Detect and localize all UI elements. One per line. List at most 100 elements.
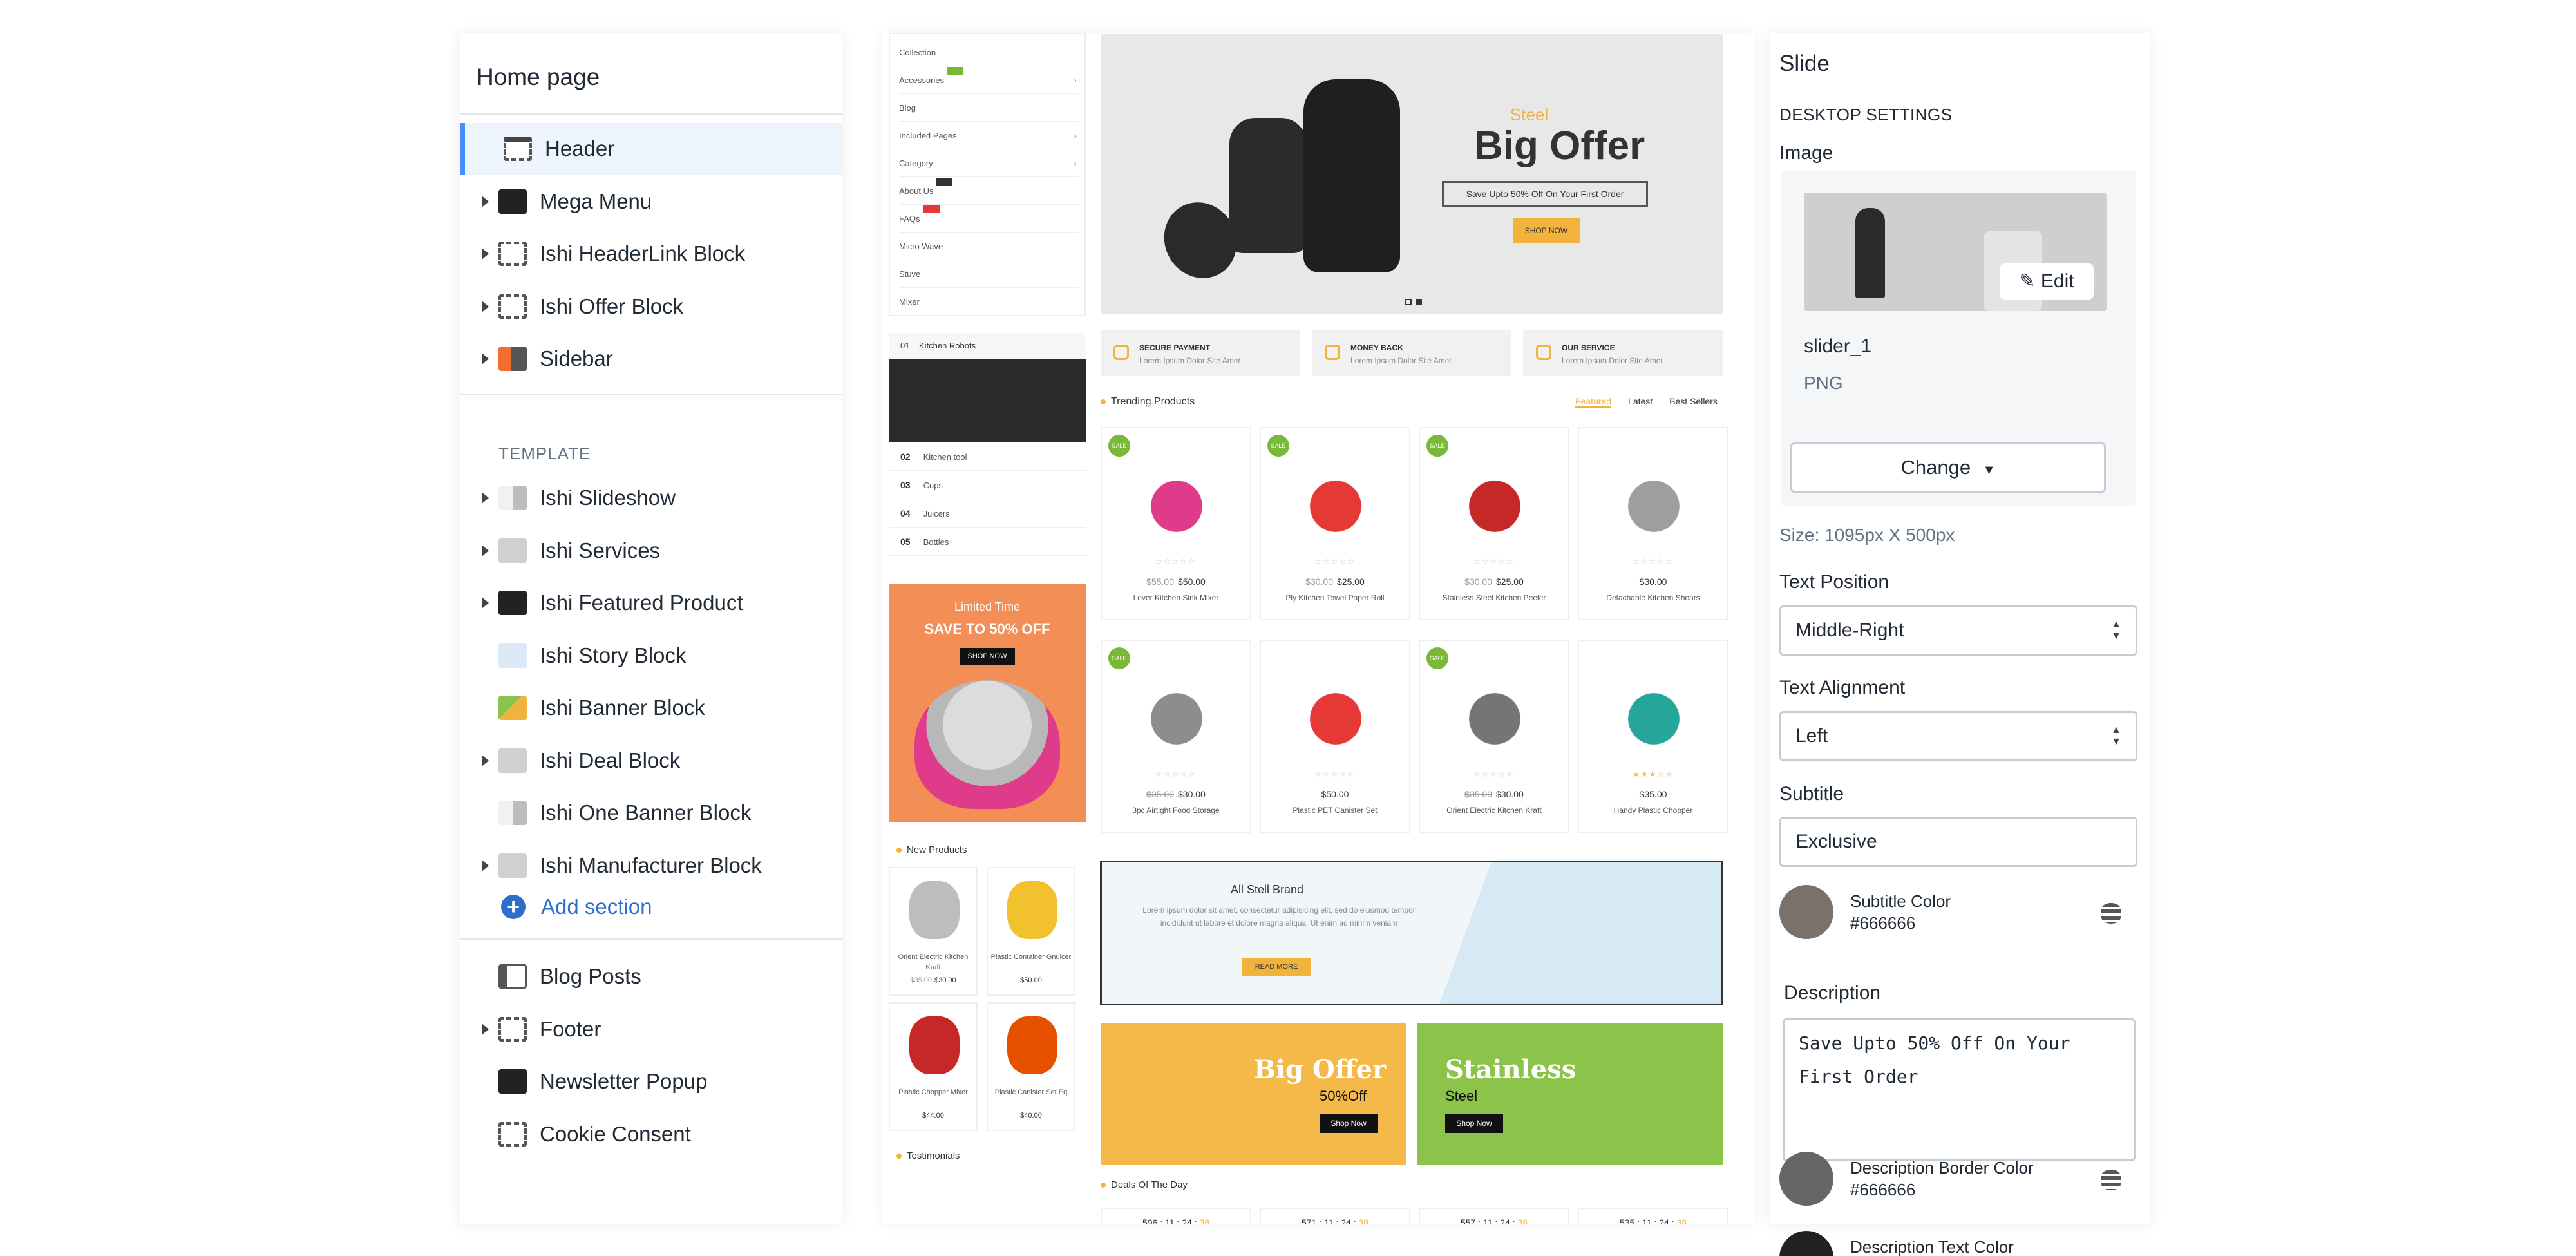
product-image[interactable] <box>1280 457 1391 547</box>
product-image[interactable] <box>1121 669 1232 759</box>
subtitle-input[interactable]: Exclusive <box>1779 817 2137 867</box>
category-item[interactable]: 03 Cups <box>889 471 1086 499</box>
expand-arrow-icon[interactable] <box>482 544 489 557</box>
category-item[interactable]: 04 Juicers <box>889 499 1086 528</box>
brand-banner[interactable]: All Stell Brand Lorem ipsum dolor sit am… <box>1100 861 1723 1005</box>
product-image[interactable] <box>1121 457 1232 547</box>
category-item[interactable]: 02 Kitchen tool <box>889 442 1086 471</box>
product-card[interactable]: ☆☆☆☆☆ $50.00 Plastic PET Canister Set <box>1260 640 1410 833</box>
product-name[interactable]: Orient Electric Kitchen Kraft <box>1420 806 1568 815</box>
limited-offer-banner[interactable]: Limited Time SAVE TO 50% OFF SHOP NOW <box>889 584 1086 822</box>
menu-item[interactable]: Blog <box>899 95 1079 122</box>
section-item-ishi-services[interactable]: Ishi Services <box>460 525 842 576</box>
product-name[interactable]: Plastic PET Canister Set <box>1261 806 1409 815</box>
category-item[interactable]: 05 Bottles <box>889 528 1086 556</box>
description-text-color-picker[interactable]: Description Text Color <box>1779 1231 2137 1256</box>
subtitle-color-swatch[interactable] <box>1779 885 1833 939</box>
product-card[interactable]: SALE ☆☆☆☆☆ $30.00 $25.00 Ply Kitchen Towel P… <box>1260 427 1410 620</box>
description-text-color-swatch[interactable] <box>1779 1231 1833 1256</box>
expand-arrow-icon[interactable] <box>482 492 489 504</box>
section-item-ishi-one-banner-block[interactable]: Ishi One Banner Block <box>460 787 842 839</box>
database-icon[interactable] <box>2101 903 2121 924</box>
product-name[interactable]: Ply Kitchen Towel Paper Roll <box>1261 593 1409 602</box>
read-more-button[interactable]: READ MORE <box>1242 958 1311 976</box>
product-name[interactable]: Handy Plastic Chopper <box>1579 806 1727 815</box>
hero-shop-button[interactable]: SHOP NOW <box>1513 218 1580 243</box>
product-name[interactable]: Stainless Steel Kitchen Peeler <box>1420 593 1568 602</box>
product-image[interactable] <box>1280 669 1391 759</box>
category-item[interactable]: 01 Kitchen Robots <box>889 333 1086 359</box>
expand-arrow-icon[interactable] <box>482 859 489 871</box>
tab-latest[interactable]: Latest <box>1628 396 1653 406</box>
promo-shop-button[interactable]: Shop Now <box>1320 1114 1378 1133</box>
product-card[interactable]: ★★★☆☆ $35.00 Handy Plastic Chopper <box>1578 640 1728 833</box>
hero-slideshow[interactable]: Steel Big Offer Save Upto 50% Off On You… <box>1101 34 1723 314</box>
product-image[interactable] <box>1598 669 1709 759</box>
menu-item[interactable]: Mixer <box>899 289 1079 316</box>
slide-dots[interactable] <box>1405 297 1426 309</box>
product-image[interactable] <box>1439 457 1550 547</box>
section-item-footer[interactable]: Footer <box>460 1004 842 1055</box>
new-product-card[interactable]: Plastic Container Gnulcer $50.00 <box>987 867 1075 996</box>
expand-arrow-icon[interactable] <box>482 754 489 766</box>
menu-item[interactable]: Stuve <box>899 261 1079 288</box>
description-border-color-picker[interactable]: Description Border Color #666666 <box>1779 1152 2137 1210</box>
menu-item[interactable]: Accessories › <box>899 67 1079 94</box>
promo-banner-offer[interactable]: Big Offer 50%Off Shop Now <box>1101 1023 1406 1165</box>
menu-item[interactable]: Category › <box>899 150 1079 177</box>
menu-item[interactable]: Micro Wave <box>899 233 1079 260</box>
section-item-ishi-featured-product[interactable]: Ishi Featured Product <box>460 577 842 629</box>
section-item-header[interactable]: Header <box>460 123 842 175</box>
menu-item[interactable]: Included Pages › <box>899 122 1079 149</box>
product-name[interactable]: 3pc Airtight Food Storage <box>1102 806 1250 815</box>
section-item-ishi-headerlink-block[interactable]: Ishi HeaderLink Block <box>460 228 842 280</box>
section-item-sidebar[interactable]: Sidebar <box>460 333 842 385</box>
expand-arrow-icon[interactable] <box>482 195 489 207</box>
countdown-seconds: 38 <box>1358 1217 1369 1224</box>
menu-item[interactable]: About Us <box>899 178 1079 205</box>
product-card[interactable]: SALE ☆☆☆☆☆ $30.00 $25.00 Stainless Steel Kit… <box>1419 427 1569 620</box>
section-item-ishi-banner-block[interactable]: Ishi Banner Block <box>460 682 842 734</box>
expand-arrow-icon[interactable] <box>482 597 489 609</box>
new-product-card[interactable]: Plastic Chopper Mixer $44.00 <box>889 1002 978 1131</box>
description-textarea[interactable]: Save Upto 50% Off On Your First Order <box>1783 1018 2136 1161</box>
section-item-ishi-deal-block[interactable]: Ishi Deal Block <box>460 735 842 786</box>
new-product-card[interactable]: Orient Electric Kitchen Kraft $35.00 $30.0… <box>889 867 978 996</box>
expand-arrow-icon[interactable] <box>482 300 489 312</box>
section-item-ishi-story-block[interactable]: Ishi Story Block <box>460 630 842 681</box>
expand-arrow-icon[interactable] <box>482 248 489 260</box>
tab-best-sellers[interactable]: Best Sellers <box>1669 396 1718 406</box>
section-item-blog-posts[interactable]: Blog Posts <box>460 951 842 1002</box>
product-image[interactable] <box>1598 457 1709 547</box>
tab-featured[interactable]: Featured <box>1575 396 1612 408</box>
section-item-mega-menu[interactable]: Mega Menu <box>460 176 842 227</box>
section-item-ishi-slideshow[interactable]: Ishi Slideshow <box>460 472 842 524</box>
text-position-select[interactable]: Middle-Right ▲ ▼ <box>1779 605 2137 656</box>
limited-shop-button[interactable]: SHOP NOW <box>960 648 1015 665</box>
edit-image-button[interactable]: ✎ Edit <box>2000 263 2094 300</box>
expand-arrow-icon[interactable] <box>482 1023 489 1035</box>
menu-item[interactable]: Collection <box>899 39 1079 66</box>
section-item-ishi-offer-block[interactable]: Ishi Offer Block <box>460 281 842 332</box>
section-item-newsletter-popup[interactable]: Newsletter Popup <box>460 1056 842 1107</box>
product-name[interactable]: Detachable Kitchen Shears <box>1579 593 1727 602</box>
text-alignment-select[interactable]: Left ▲ ▼ <box>1779 711 2137 761</box>
menu-item[interactable]: FAQs <box>899 205 1079 233</box>
database-icon[interactable] <box>2101 1170 2121 1190</box>
product-name[interactable]: Lever Kitchen Sink Mixer <box>1102 593 1250 602</box>
product-card[interactable]: SALE ☆☆☆☆☆ $35.00 $30.00 3pc Airtight Food S… <box>1101 640 1251 833</box>
promo-shop-button[interactable]: Shop Now <box>1445 1114 1503 1133</box>
subtitle-color-picker[interactable]: Subtitle Color #666666 <box>1779 885 2137 943</box>
description-border-color-swatch[interactable] <box>1779 1152 1833 1206</box>
product-card[interactable]: SALE ☆☆☆☆☆ $35.00 $30.00 Orient Electric Kit… <box>1419 640 1569 833</box>
promo-banner-steel[interactable]: Stainless Steel Shop Now <box>1417 1023 1723 1165</box>
add-section-button[interactable]: + Add section <box>501 895 652 919</box>
section-item-ishi-manufacturer-block[interactable]: Ishi Manufacturer Block <box>460 840 842 891</box>
product-image[interactable] <box>1439 669 1550 759</box>
product-card[interactable]: SALE ☆☆☆☆☆ $55.00 $50.00 Lever Kitchen Sink … <box>1101 427 1251 620</box>
change-image-button[interactable]: Change ▼ <box>1790 442 2106 493</box>
section-item-cookie-consent[interactable]: Cookie Consent <box>460 1109 842 1160</box>
product-card[interactable]: ☆☆☆☆☆ $30.00 Detachable Kitchen Shears <box>1578 427 1728 620</box>
new-product-card[interactable]: Plastic Canister Set Eq $40.00 <box>987 1002 1075 1131</box>
expand-arrow-icon[interactable] <box>482 353 489 365</box>
